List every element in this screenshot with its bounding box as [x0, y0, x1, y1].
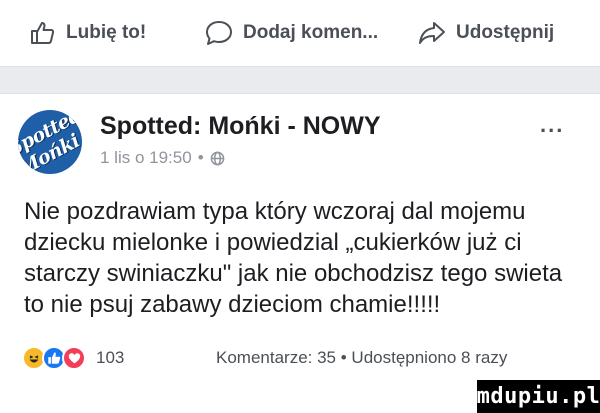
post-author-name[interactable]: Spotted: Mońki - NOWY	[100, 112, 381, 141]
avatar-logo-text: Spotted Mońki	[18, 110, 82, 174]
post-body-text: Nie pozdrawiam typa który wczoraj dal mo…	[24, 198, 563, 318]
site-watermark: mdupiu.pl	[477, 380, 600, 413]
love-reaction-icon	[62, 346, 86, 370]
comment-button-label: Dodaj komen...	[243, 22, 379, 43]
feed-separator	[0, 66, 600, 94]
like-button-label: Lubię to!	[66, 22, 147, 43]
post-options-button[interactable]: ...	[540, 112, 564, 138]
thumbs-up-icon	[31, 22, 55, 44]
like-button[interactable]: Lubię to!	[30, 20, 146, 46]
share-button[interactable]: Udostępnij	[418, 20, 554, 46]
comment-bubble-icon	[206, 21, 232, 45]
globe-icon	[210, 151, 224, 165]
reaction-count: 103	[96, 348, 125, 367]
share-button-label: Udostępnij	[456, 22, 555, 43]
comment-button[interactable]: Dodaj komen...	[205, 20, 378, 46]
page-avatar[interactable]: Spotted Mońki	[18, 110, 82, 174]
share-arrow-icon	[419, 22, 445, 44]
post-timestamp[interactable]: 1 lis o 19:50	[100, 148, 192, 168]
post-action-bar: Lubię to! Dodaj komen... Udostępnij	[0, 0, 600, 66]
comments-shares-stats[interactable]: Komentarze: 35 • Udostępniono 8 razy	[216, 348, 507, 368]
reaction-summary[interactable]: 103	[22, 346, 124, 370]
meta-dot: •	[197, 148, 204, 167]
post-meta: 1 lis o 19:50 •	[100, 148, 225, 168]
